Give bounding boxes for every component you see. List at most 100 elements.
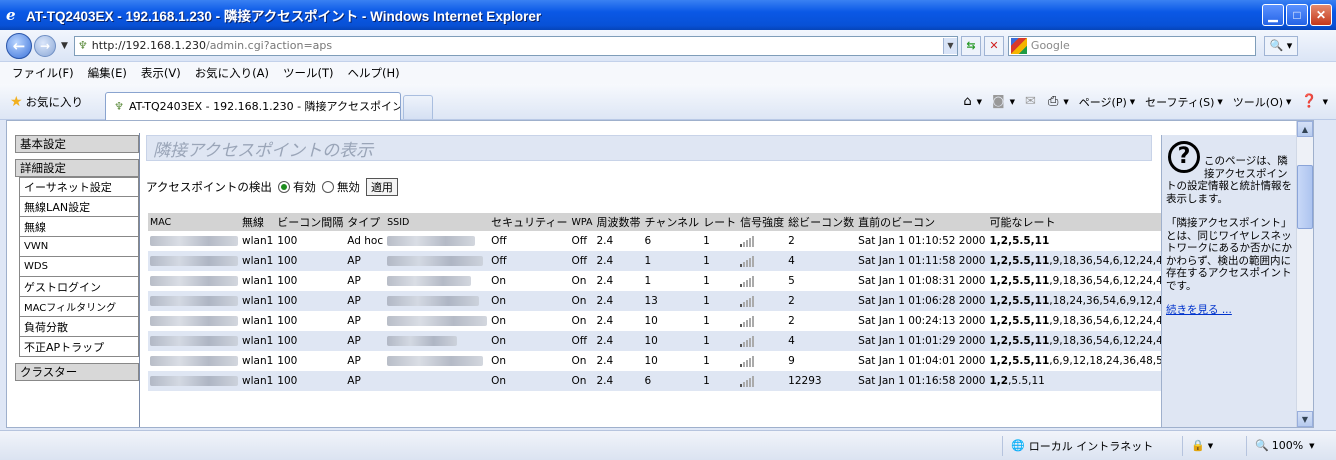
nav-cluster[interactable]: クラスター xyxy=(15,363,139,381)
cell-radio: wlan1 xyxy=(242,355,274,367)
nav-vwn[interactable]: VWN xyxy=(19,237,139,257)
scroll-down-button[interactable]: ▼ xyxy=(1297,411,1313,427)
col-signal: 信号強度 xyxy=(738,213,787,231)
cell-interval: 100 xyxy=(275,371,346,391)
new-tab-button[interactable] xyxy=(403,94,434,119)
zoom-level: 100% xyxy=(1271,439,1304,452)
cell-signal xyxy=(738,251,787,271)
minimize-button[interactable]: ▁ xyxy=(1262,4,1284,26)
cell-wpa: Off xyxy=(569,251,595,271)
signal-strength-icon xyxy=(740,355,755,367)
zoom-button[interactable]: 🔍 100% ▼ xyxy=(1246,435,1336,456)
nav-rogue-ap[interactable]: 不正APトラップ xyxy=(19,337,139,357)
url-input[interactable]: ♆ http://192.168.1.230/admin.cgi?action=… xyxy=(73,35,958,56)
cell-channel: 1 xyxy=(642,251,702,271)
menu-view[interactable]: 表示(V) xyxy=(141,65,181,81)
detect-enabled-radio[interactable] xyxy=(277,181,290,193)
cell-rate: 1 xyxy=(703,355,710,367)
nav-mac-filtering[interactable]: MACフィルタリング xyxy=(19,297,139,317)
close-button[interactable]: ✕ xyxy=(1310,4,1332,26)
nav-ethernet[interactable]: イーサネット設定 xyxy=(19,177,139,197)
help-panel: ? このページは、隣接アクセスポイントの設定情報と統計情報を表示します。 「隣接… xyxy=(1161,135,1301,427)
read-more-link[interactable]: 続きを見る ... xyxy=(1166,304,1232,316)
stop-button[interactable]: ✕ xyxy=(983,35,1004,56)
redacted-ssid xyxy=(387,336,458,346)
scroll-up-button[interactable]: ▲ xyxy=(1297,121,1313,137)
table-row: wlan1 100 AP On Off 2.4 10 1 4 Sat Jan 1 01:01:29… xyxy=(148,331,1172,351)
table-row: wlan1 100 AP On On 2.4 6 1 12293 Sat Jan 1 01:16:… xyxy=(148,371,1172,391)
print-button[interactable]: ⎙ ▼ xyxy=(1048,94,1069,109)
search-placeholder: Google xyxy=(1030,39,1070,52)
table-body: wlan1 100 Ad hoc Off Off 2.4 6 1 2 Sat Jan 1 01:1… xyxy=(148,231,1172,391)
nav-basic-settings[interactable]: 基本設定 xyxy=(15,135,139,153)
basic-rates: 1,2,5.5,11 xyxy=(989,315,1050,327)
maximize-button[interactable]: □ xyxy=(1286,4,1308,26)
safety-menu[interactable]: セーフティ(S) ▼ xyxy=(1145,94,1223,110)
cell-radio: wlan1 xyxy=(240,251,276,271)
cell-channel: 10 xyxy=(644,315,658,327)
nav-radio[interactable]: 無線 xyxy=(19,217,139,237)
nav-wds[interactable]: WDS xyxy=(19,257,139,277)
lock-icon: 🔒 xyxy=(1191,439,1205,452)
favorites-button[interactable]: ★ お気に入り xyxy=(10,94,83,110)
nav-load-balance[interactable]: 負荷分散 xyxy=(19,317,139,337)
cell-beacons: 12293 xyxy=(786,371,857,391)
url-dropdown-icon[interactable]: ▼ xyxy=(942,37,957,54)
left-nav: 基本設定 詳細設定 イーサネット設定 無線LAN設定 無線 VWN WDS ゲス… xyxy=(15,135,139,387)
extended-rates: ,9,18,36,54,6,12,24,48 xyxy=(1049,335,1170,347)
col-channel: チャンネル xyxy=(642,213,702,231)
detect-disabled-radio[interactable] xyxy=(321,181,334,193)
forward-button[interactable]: → xyxy=(34,34,56,57)
refresh-button[interactable]: ⇆ xyxy=(960,35,981,56)
nav-wlan[interactable]: 無線LAN設定 xyxy=(19,197,139,217)
redacted-mac xyxy=(150,256,238,266)
tab-current[interactable]: ♆ AT-TQ2403EX - 192.168.1.230 - 隣接アクセスポイ… xyxy=(105,91,402,120)
menu-file[interactable]: ファイル(F) xyxy=(12,65,74,81)
redacted-ssid xyxy=(387,236,476,246)
cell-beacons: 9 xyxy=(788,355,795,367)
cell-ssid xyxy=(385,271,489,291)
mail-button[interactable]: ✉ xyxy=(1025,94,1038,109)
printer-icon: ⎙ xyxy=(1047,94,1059,109)
tools-menu[interactable]: ツール(O) ▼ xyxy=(1233,94,1292,110)
status-bar: 🌐 ローカル イントラネット 🔒 ▼ 🔍 100% ▼ xyxy=(0,430,1336,460)
table-row: wlan1 100 AP On On 2.4 1 1 5 Sat Jan 1 01:08:31 2… xyxy=(148,271,1172,291)
menu-tools[interactable]: ツール(T) xyxy=(283,65,334,81)
cell-type: AP xyxy=(347,355,361,367)
menu-favorites[interactable]: お気に入り(A) xyxy=(195,65,269,81)
nav-advanced-settings[interactable]: 詳細設定 xyxy=(15,159,139,177)
cell-rates: 1,2,5.5,11 xyxy=(987,231,1171,251)
cell-ssid xyxy=(385,371,490,391)
protected-mode-button[interactable]: 🔒 ▼ xyxy=(1182,435,1246,456)
page-menu[interactable]: ページ(P) ▼ xyxy=(1079,94,1135,110)
history-dropdown-icon[interactable]: ▼ xyxy=(61,41,68,51)
cell-ssid xyxy=(385,331,490,351)
home-button[interactable]: ⌂ ▼ xyxy=(963,94,982,109)
cell-interval: 100 xyxy=(277,355,298,367)
cell-radio: wlan1 xyxy=(242,275,274,287)
search-input[interactable]: G Google xyxy=(1007,35,1256,56)
nav-guest-login[interactable]: ゲストログイン xyxy=(19,277,139,297)
cell-interval: 100 xyxy=(277,275,298,287)
menu-edit[interactable]: 編集(E) xyxy=(88,65,127,81)
search-button[interactable]: 🔍 ▾ xyxy=(1263,35,1298,56)
apply-button[interactable]: 適用 xyxy=(365,178,398,196)
cell-rates: 1,2,5.5,11,9,18,36,54,6,12,24,48 xyxy=(987,331,1172,351)
scroll-thumb[interactable] xyxy=(1297,165,1313,229)
back-button[interactable]: ← xyxy=(6,32,32,59)
mail-icon: ✉ xyxy=(1025,94,1036,109)
cell-channel: 6 xyxy=(644,235,652,247)
feeds-button[interactable]: ◙ ▼ xyxy=(992,94,1015,109)
help-circle-icon: ❓ xyxy=(1301,94,1318,109)
extended-rates: ,6,9,12,18,24,36,48,54 xyxy=(1049,355,1170,367)
vertical-scrollbar[interactable]: ▲ ▼ xyxy=(1296,121,1313,427)
basic-rates: 1,2,5.5,11 xyxy=(989,295,1050,307)
cell-beacons: 2 xyxy=(788,315,795,327)
menu-help[interactable]: ヘルプ(H) xyxy=(348,65,400,81)
help-button[interactable]: ❓ ▼ xyxy=(1301,94,1328,109)
cell-mac xyxy=(148,251,240,271)
cell-rates: 1,2,5.5,11,6,9,12,18,24,36,48,54 xyxy=(987,351,1171,371)
table-row: wlan1 100 AP On On 2.4 10 1 2 Sat Jan 1 00:24:13 … xyxy=(148,311,1172,331)
redacted-mac xyxy=(150,336,238,346)
cell-type: AP xyxy=(345,291,386,311)
